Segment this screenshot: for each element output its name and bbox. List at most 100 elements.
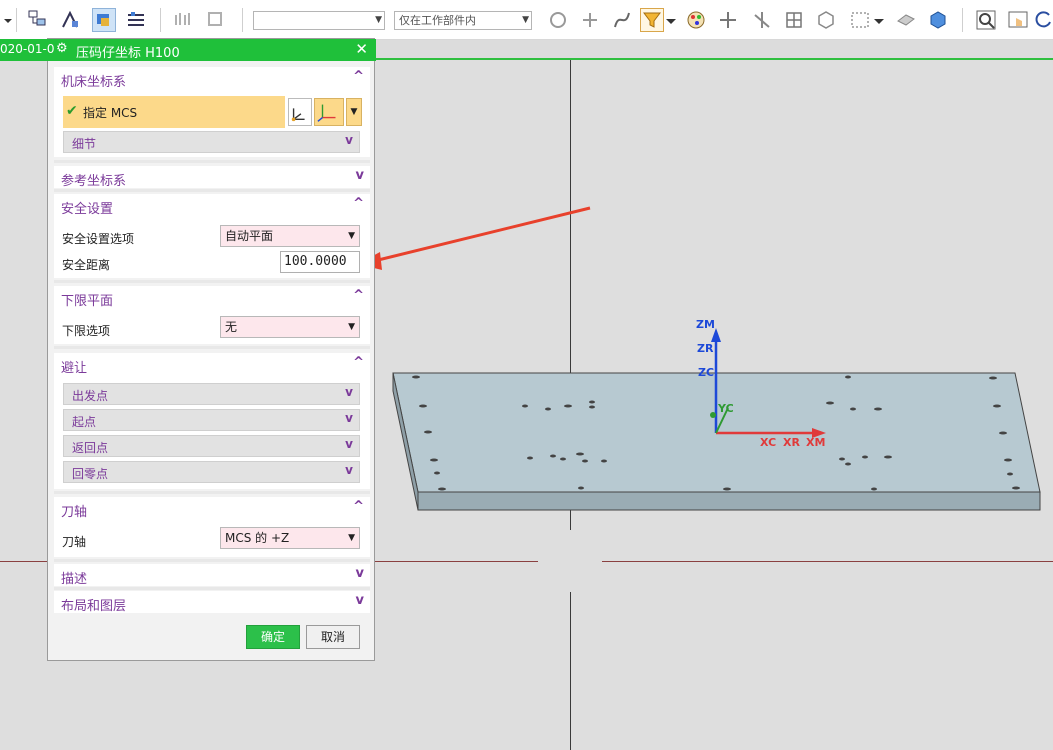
xm-axis-label: XM <box>806 436 826 449</box>
select-dropdown-icon[interactable] <box>872 8 886 32</box>
csys-axes-icon <box>317 104 336 122</box>
section-label: 刀轴 <box>61 505 88 520</box>
filter-icon[interactable] <box>640 8 664 32</box>
rotate-view-icon[interactable] <box>1034 8 1053 32</box>
toolbar-divider <box>242 8 243 32</box>
dialog-titlebar[interactable]: 020-01-0 ⚙ 压码仔坐标 H100 ✕ <box>0 39 376 61</box>
viewport-gap <box>538 530 602 592</box>
zr-axis-label: ZR <box>697 342 714 355</box>
section-divider <box>54 160 370 163</box>
section-label: 布局和图层 <box>61 599 127 614</box>
dropdown-arrow-icon[interactable] <box>0 8 24 32</box>
section-tool-axis[interactable]: 刀轴 ^ <box>54 497 370 520</box>
section-label: 描述 <box>61 572 88 587</box>
specify-mcs-label: 指定 MCS <box>83 106 138 120</box>
move-icon[interactable] <box>578 8 602 32</box>
avoidance-item-start[interactable]: 起点 v <box>63 409 360 431</box>
expand-chevron-icon[interactable]: v <box>345 133 353 147</box>
csys-dropdown-icon[interactable]: ▼ <box>346 98 362 126</box>
part-tree-icon[interactable] <box>58 8 82 32</box>
main-toolbar: ▼ 仅在工作部件内 ▼ <box>0 0 1053 40</box>
collapse-chevron-icon[interactable]: ^ <box>353 355 364 370</box>
avoidance-body: 出发点 v 起点 v 返回点 v 回零点 v <box>54 375 370 489</box>
zoom-window-icon[interactable] <box>974 8 998 32</box>
gear-icon[interactable]: ⚙ <box>56 41 68 56</box>
section-divider <box>54 346 370 349</box>
expand-chevron-icon[interactable]: v <box>345 385 353 399</box>
section-layout-layers[interactable]: 布局和图层 v <box>54 591 370 614</box>
close-button[interactable]: ✕ <box>355 40 368 58</box>
section-divider <box>54 559 370 562</box>
assembly-navigator-icon[interactable] <box>26 8 50 32</box>
machine-cs-body: ✔ 指定 MCS ▼ 细节 v <box>54 89 370 157</box>
avoidance-item-label: 返回点 <box>72 441 109 455</box>
operation-icon-disabled[interactable] <box>172 8 196 32</box>
datum-icon[interactable] <box>750 8 774 32</box>
lower-option-label: 下限选项 <box>62 324 111 338</box>
tool-axis-label: 刀轴 <box>62 535 87 549</box>
snap-icon[interactable] <box>546 8 570 32</box>
machine-tool-view-icon[interactable] <box>124 8 148 32</box>
lower-option-select[interactable]: 无 ▼ <box>220 316 360 338</box>
avoidance-item-label: 回零点 <box>72 467 109 481</box>
pan-view-icon[interactable] <box>1006 8 1030 32</box>
expand-chevron-icon[interactable]: v <box>345 437 353 451</box>
avoidance-item-home[interactable]: 回零点 v <box>63 461 360 483</box>
zc-axis-label: ZC <box>698 366 715 379</box>
avoidance-item-from[interactable]: 出发点 v <box>63 383 360 405</box>
shaded-body-icon[interactable] <box>894 8 918 32</box>
section-divider <box>54 587 370 590</box>
safety-distance-input[interactable]: 100.0000 <box>280 251 360 273</box>
section-divider <box>54 280 370 283</box>
section-label: 机床坐标系 <box>61 75 127 90</box>
expand-chevron-icon[interactable]: v <box>345 463 353 477</box>
section-machine-cs[interactable]: 机床坐标系 ^ <box>54 67 370 90</box>
rectangle-select-icon[interactable] <box>848 8 872 32</box>
collapse-chevron-icon[interactable]: ^ <box>353 69 364 84</box>
safety-body: 安全设置选项 自动平面 ▼ 安全距离 100.0000 <box>54 216 370 278</box>
collapse-chevron-icon[interactable]: ^ <box>353 288 364 303</box>
dialog-title: 压码仔坐标 H100 <box>76 46 180 61</box>
toolbar-divider <box>16 8 17 32</box>
filter-dropdown-icon[interactable] <box>664 8 678 32</box>
expand-chevron-icon[interactable]: v <box>345 411 353 425</box>
wireframe-cube-icon[interactable] <box>814 8 838 32</box>
toolbar-divider <box>160 8 161 32</box>
ok-button[interactable]: 确定 <box>246 625 300 649</box>
collapse-chevron-icon[interactable]: ^ <box>353 196 364 211</box>
yc-axis-label: YC <box>718 402 734 415</box>
xr-axis-label: XR <box>783 436 800 449</box>
collapse-chevron-icon[interactable]: ^ <box>353 499 364 514</box>
avoidance-item-return[interactable]: 返回点 v <box>63 435 360 457</box>
section-description[interactable]: 描述 v <box>54 564 370 587</box>
selection-filter-combo[interactable]: ▼ <box>253 11 385 30</box>
selection-scope-combo[interactable]: 仅在工作部件内 ▼ <box>394 11 532 30</box>
program-icon-disabled[interactable] <box>204 8 228 32</box>
csys-dialog-button[interactable] <box>288 98 312 126</box>
cancel-button[interactable]: 取消 <box>306 625 360 649</box>
safety-option-select[interactable]: 自动平面 ▼ <box>220 225 360 247</box>
color-palette-icon[interactable] <box>684 8 708 32</box>
solid-cube-icon[interactable] <box>926 8 950 32</box>
expand-chevron-icon[interactable]: v <box>356 168 364 183</box>
section-lower-plane[interactable]: 下限平面 ^ <box>54 286 370 309</box>
section-avoidance[interactable]: 避让 ^ <box>54 353 370 376</box>
csys-manipulator-button[interactable] <box>314 98 344 126</box>
tool-axis-select[interactable]: MCS 的 +Z ▼ <box>220 527 360 549</box>
section-safety[interactable]: 安全设置 ^ <box>54 194 370 217</box>
csys-icon <box>291 108 305 122</box>
expand-chevron-icon[interactable]: v <box>356 566 364 581</box>
expand-chevron-icon[interactable]: v <box>356 593 364 608</box>
geometry-view-icon[interactable] <box>92 8 116 32</box>
section-label: 下限平面 <box>61 294 114 309</box>
detail-subsection[interactable]: 细节 v <box>63 131 360 153</box>
xc-axis-label: XC <box>760 436 777 449</box>
point-icon[interactable] <box>716 8 740 32</box>
section-label: 安全设置 <box>61 202 114 217</box>
specify-mcs-row[interactable]: ✔ 指定 MCS <box>63 96 285 128</box>
curve-icon[interactable] <box>610 8 634 32</box>
section-reference-cs[interactable]: 参考坐标系 v <box>54 166 370 189</box>
safety-distance-label: 安全距离 <box>62 258 111 272</box>
section-label: 参考坐标系 <box>61 174 127 189</box>
grid-icon[interactable] <box>782 8 806 32</box>
